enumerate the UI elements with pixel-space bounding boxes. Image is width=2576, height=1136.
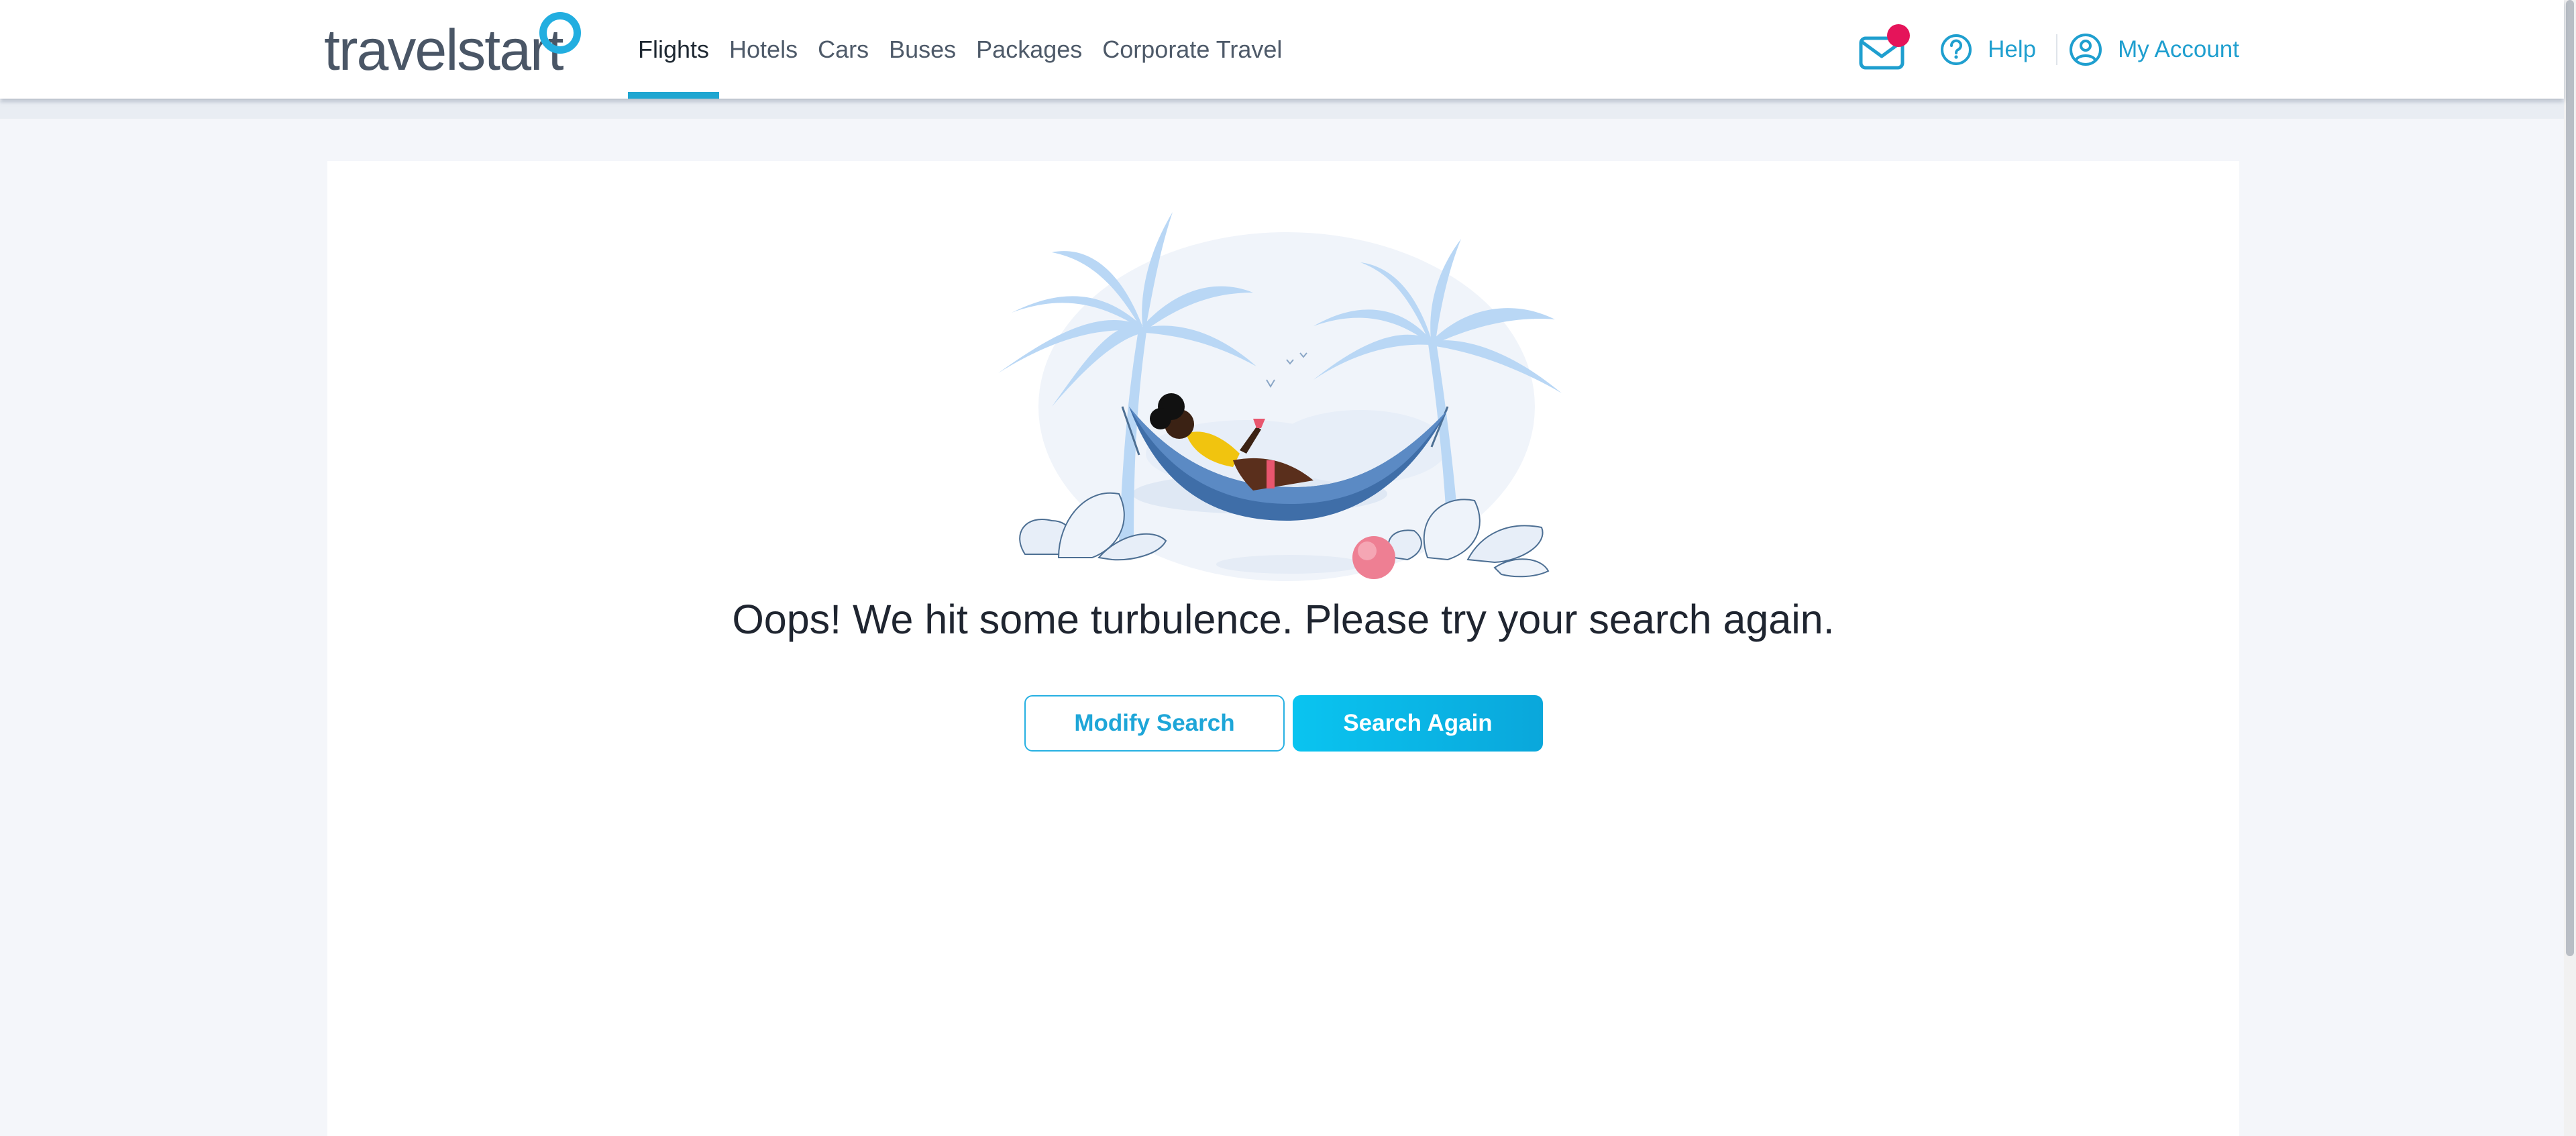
site-header: travelstart Flights Hotels Cars Buses Pa… bbox=[0, 0, 2564, 99]
my-account-label: My Account bbox=[2118, 36, 2239, 62]
nav-item-buses[interactable]: Buses bbox=[879, 0, 966, 99]
scrollbar-thumb[interactable] bbox=[2566, 0, 2574, 956]
header-divider bbox=[2056, 34, 2058, 65]
main-nav: Flights Hotels Cars Buses Packages Corpo… bbox=[628, 0, 1292, 99]
search-again-button[interactable]: Search Again bbox=[1293, 695, 1543, 752]
modify-search-button[interactable]: Modify Search bbox=[1024, 695, 1285, 752]
hammock-illustration bbox=[985, 205, 1582, 584]
logo-ring-icon bbox=[539, 12, 581, 54]
user-circle-icon bbox=[2070, 33, 2102, 66]
page-scrollbar[interactable] bbox=[2564, 0, 2576, 1136]
logo-text: travelstart bbox=[324, 18, 564, 83]
help-label: Help bbox=[1988, 36, 2037, 62]
header-actions: Help My Account bbox=[1859, 0, 2239, 99]
nav-item-hotels[interactable]: Hotels bbox=[719, 0, 808, 99]
help-link[interactable]: Help bbox=[1939, 33, 2036, 66]
mail-button[interactable] bbox=[1859, 23, 1911, 70]
nav-item-cars[interactable]: Cars bbox=[808, 0, 879, 99]
header-shadow-band bbox=[0, 101, 2564, 119]
nav-item-flights[interactable]: Flights bbox=[628, 0, 720, 99]
error-message: Oops! We hit some turbulence. Please try… bbox=[732, 597, 1835, 642]
nav-item-packages[interactable]: Packages bbox=[966, 0, 1092, 99]
my-account-link[interactable]: My Account bbox=[2068, 32, 2239, 67]
nav-item-corporate-travel[interactable]: Corporate Travel bbox=[1092, 0, 1292, 99]
question-circle-icon bbox=[1941, 34, 1972, 65]
notification-dot bbox=[1887, 23, 1911, 47]
error-card: Oops! We hit some turbulence. Please try… bbox=[327, 161, 2239, 1136]
travelstart-logo[interactable]: travelstart bbox=[324, 12, 581, 83]
